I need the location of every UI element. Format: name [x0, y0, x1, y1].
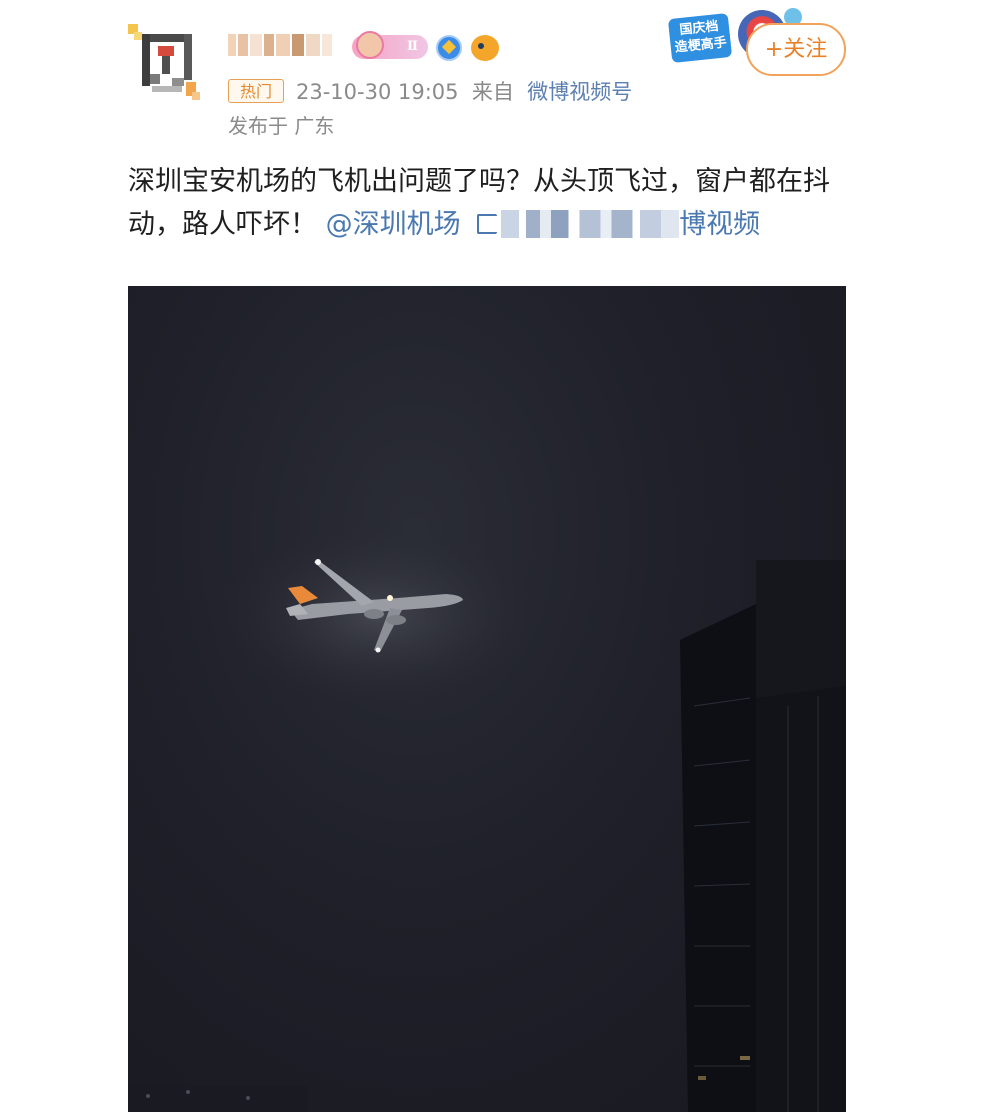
- event-banner: 国庆档 造梗高手: [667, 12, 733, 64]
- weibo-post: Ⅱ 热门 23-10-30 19:05 来自 微博视频号 发布于 广东 国庆档 …: [0, 0, 1000, 1112]
- post-text: 深圳宝安机场的飞机出问题了吗？从头顶飞过，窗户都在抖动，路人吓坏！ @深圳机场 …: [128, 160, 840, 246]
- hot-tag: 热门: [228, 79, 284, 103]
- from-label: 来自: [471, 80, 514, 104]
- follow-button[interactable]: +关注: [746, 23, 846, 76]
- building: [680, 560, 846, 1112]
- post-meta: 23-10-30 19:05 来自 微博视频号: [296, 76, 632, 106]
- avatar[interactable]: [128, 22, 206, 104]
- post-location: 发布于 广东: [228, 114, 335, 138]
- level-badge-icon: Ⅱ: [352, 31, 428, 59]
- mention-link[interactable]: @深圳机场: [326, 209, 461, 240]
- link-icon: [477, 214, 498, 234]
- username-blurred[interactable]: [228, 30, 338, 60]
- verified-icon: [436, 35, 462, 61]
- post-datetime: 23-10-30 19:05: [296, 80, 459, 104]
- night-sky-scene: [128, 526, 846, 1112]
- blurred-link[interactable]: [501, 210, 680, 238]
- post-source[interactable]: 微博视频号: [527, 80, 632, 104]
- video-link-tail[interactable]: 博视频: [679, 209, 760, 240]
- fish-icon: [471, 35, 499, 61]
- video-player[interactable]: [128, 286, 846, 1112]
